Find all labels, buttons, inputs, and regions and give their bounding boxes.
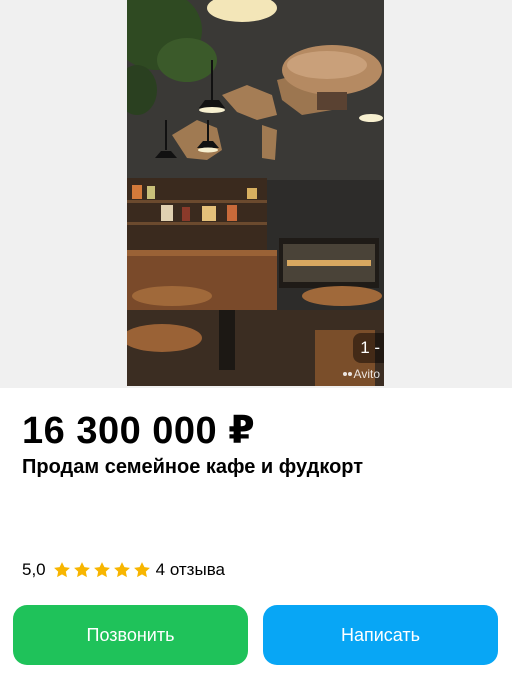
star-icon <box>93 562 110 578</box>
avito-logo-icon <box>342 372 352 376</box>
call-button[interactable]: Позвонить <box>13 605 248 665</box>
message-button[interactable]: Написать <box>263 605 498 665</box>
star-icon <box>133 562 150 578</box>
photo-gallery[interactable]: 1 - 10 Avito <box>0 0 512 388</box>
star-icon <box>73 562 90 578</box>
listing-photo[interactable]: 1 - 10 Avito <box>127 0 384 386</box>
rating-stars <box>52 560 152 580</box>
rating-score: 5,0 <box>22 560 46 579</box>
listing-price: 16 300 000 ₽ <box>22 410 256 452</box>
cafe-interior-image <box>127 0 384 386</box>
watermark-text: Avito <box>353 367 380 381</box>
photo-counter: 1 - 10 <box>353 333 384 363</box>
seller-rating[interactable]: 5,0 4 отзыва <box>22 560 225 580</box>
star-icon <box>113 562 130 578</box>
listing-title: Продам семейное кафе и фудкорт <box>22 456 364 478</box>
star-icon <box>53 562 70 578</box>
reviews-count: 4 отзыва <box>155 560 225 579</box>
avito-watermark: Avito <box>342 367 380 381</box>
